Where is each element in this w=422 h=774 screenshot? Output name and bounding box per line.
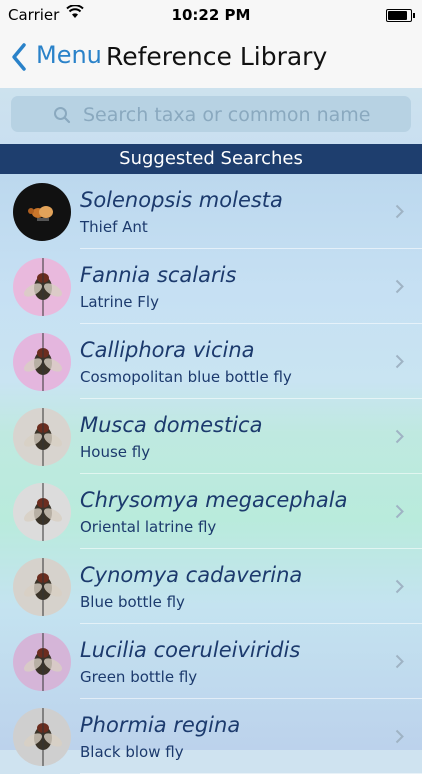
common-name: Oriental latrine fly: [80, 518, 217, 536]
common-name: Green bottle fly: [80, 668, 198, 686]
list-item[interactable]: Fannia scalaris Latrine Fly: [0, 249, 422, 324]
species-thumbnail: [13, 483, 71, 541]
species-thumbnail: [13, 633, 71, 691]
list-item[interactable]: Solenopsis molesta Thief Ant: [0, 174, 422, 249]
scientific-name: Chrysomya megacephala: [80, 488, 348, 512]
clock-time: 10:22 PM: [171, 6, 251, 24]
disclosure-chevron-icon: [395, 504, 404, 519]
species-thumbnail: [13, 183, 71, 241]
list-item[interactable]: Musca domestica House fly: [0, 399, 422, 474]
scientific-name: Lucilia coeruleiviridis: [80, 638, 301, 662]
list-item[interactable]: Phormia regina Black blow fly: [0, 699, 422, 774]
disclosure-chevron-icon: [395, 354, 404, 369]
common-name: Cosmopolitan blue bottle fly: [80, 368, 292, 386]
list-item[interactable]: Cynomya cadaverina Blue bottle fly: [0, 549, 422, 624]
disclosure-chevron-icon: [395, 729, 404, 744]
common-name: House fly: [80, 443, 151, 461]
common-name: Thief Ant: [80, 218, 148, 236]
list-item[interactable]: Calliphora vicina Cosmopolitan blue bottl…: [0, 324, 422, 399]
back-chevron-icon[interactable]: [10, 42, 28, 72]
navigation-bar: Menu Reference Library: [0, 30, 422, 89]
list-item[interactable]: Chrysomya megacephala Oriental latrine fl…: [0, 474, 422, 549]
section-header: Suggested Searches: [0, 144, 422, 174]
disclosure-chevron-icon: [395, 579, 404, 594]
scientific-name: Musca domestica: [80, 413, 263, 437]
battery-icon: [386, 9, 415, 22]
scientific-name: Cynomya cadaverina: [80, 563, 303, 587]
species-thumbnail: [13, 708, 71, 766]
disclosure-chevron-icon: [395, 204, 404, 219]
scientific-name: Calliphora vicina: [80, 338, 255, 362]
search-input[interactable]: [81, 99, 405, 131]
list-item[interactable]: Lucilia coeruleiviridis Green bottle fly: [0, 624, 422, 699]
species-thumbnail: [13, 408, 71, 466]
common-name: Blue bottle fly: [80, 593, 185, 611]
page-title: Reference Library: [106, 42, 328, 71]
species-thumbnail: [13, 333, 71, 391]
scientific-name: Phormia regina: [80, 713, 241, 737]
species-thumbnail: [13, 258, 71, 316]
search-field[interactable]: [11, 96, 411, 132]
suggested-search-list: Solenopsis molesta Thief Ant Fannia scalar…: [0, 174, 422, 774]
disclosure-chevron-icon: [395, 279, 404, 294]
status-bar: Carrier 10:22 PM: [0, 0, 422, 30]
scientific-name: Solenopsis molesta: [80, 188, 283, 212]
search-bar: [0, 88, 422, 144]
search-icon: [54, 107, 71, 124]
species-thumbnail: [13, 558, 71, 616]
common-name: Latrine Fly: [80, 293, 159, 311]
common-name: Black blow fly: [80, 743, 184, 761]
back-button[interactable]: Menu: [36, 41, 102, 69]
disclosure-chevron-icon: [395, 429, 404, 444]
disclosure-chevron-icon: [395, 654, 404, 669]
scientific-name: Fannia scalaris: [80, 263, 237, 287]
